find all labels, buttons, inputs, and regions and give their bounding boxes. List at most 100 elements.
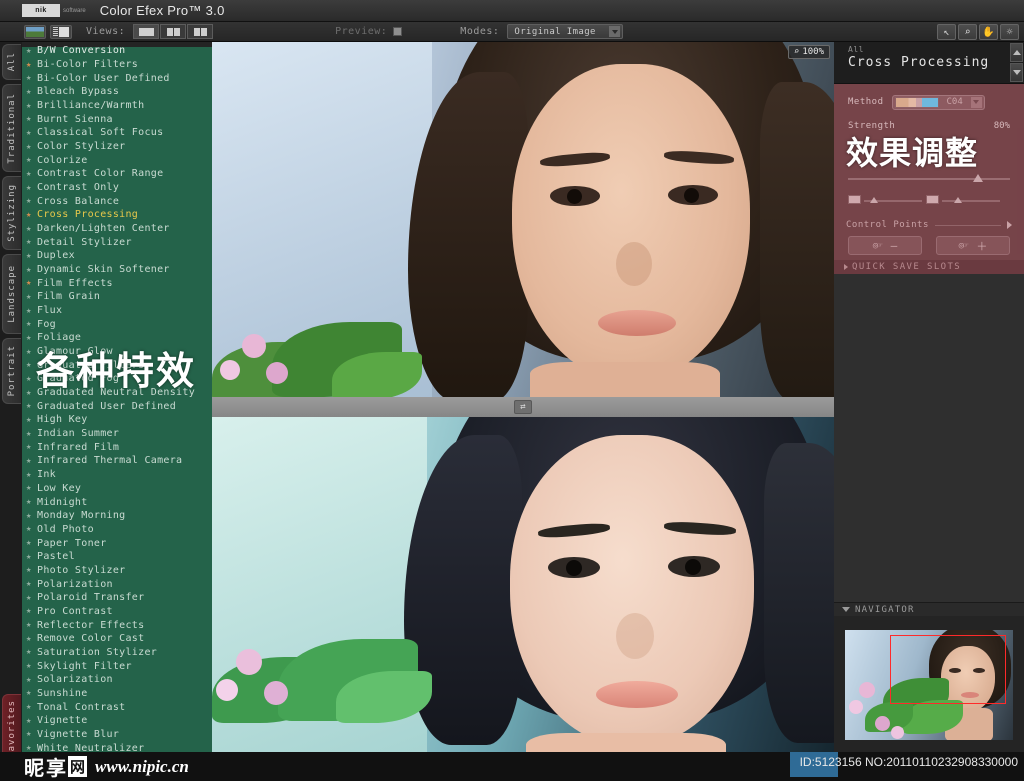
- favorite-star-icon[interactable]: ★: [26, 319, 37, 329]
- zoom-tool-button[interactable]: ⌕: [958, 24, 977, 40]
- favorite-star-icon[interactable]: ★: [26, 155, 37, 165]
- favorite-star-icon[interactable]: ★: [26, 347, 37, 357]
- navigator-thumbnail[interactable]: [845, 630, 1013, 740]
- image-thumbnail-icon[interactable]: [24, 24, 46, 39]
- favorite-star-icon[interactable]: ★: [26, 483, 37, 493]
- category-tab-all[interactable]: All: [2, 44, 21, 80]
- filter-item[interactable]: ★ Infrared Thermal Camera: [22, 454, 212, 468]
- favorite-star-icon[interactable]: ★: [26, 196, 37, 206]
- filter-list[interactable]: ★ B/W Conversion ★ Bi-Color Filters ★ Bi-Colo…: [22, 42, 212, 753]
- filter-item[interactable]: ★ Darken/Lighten Center: [22, 222, 212, 236]
- favorite-star-icon[interactable]: ★: [26, 73, 37, 83]
- filter-item[interactable]: ★ Monday Morning: [22, 509, 212, 523]
- filter-item[interactable]: ★ Polarization: [22, 577, 212, 591]
- filter-item[interactable]: ★ Contrast Color Range: [22, 167, 212, 181]
- pointer-tool-button[interactable]: ↖: [937, 24, 956, 40]
- strength-slider[interactable]: [848, 174, 1010, 184]
- favorite-star-icon[interactable]: ★: [26, 278, 37, 288]
- favorite-star-icon[interactable]: ★: [26, 401, 37, 411]
- filter-item[interactable]: ★ Old Photo: [22, 523, 212, 537]
- favorite-star-icon[interactable]: ★: [26, 101, 37, 111]
- filter-item[interactable]: ★ Color Stylizer: [22, 140, 212, 154]
- scroll-down-icon[interactable]: [1010, 63, 1023, 82]
- filter-item[interactable]: ★ Graduated User Defined: [22, 399, 212, 413]
- filter-item[interactable]: ★ Saturation Stylizer: [22, 646, 212, 660]
- filter-item[interactable]: ★ Bi-Color Filters: [22, 58, 212, 72]
- filter-item[interactable]: ★ Low Key: [22, 482, 212, 496]
- filter-item[interactable]: ★ Colorize: [22, 153, 212, 167]
- filter-item[interactable]: ★ Fog: [22, 317, 212, 331]
- filter-item[interactable]: ★ Bleach Bypass: [22, 85, 212, 99]
- filter-item[interactable]: ★ Ink: [22, 468, 212, 482]
- filter-item[interactable]: ★ Tonal Contrast: [22, 700, 212, 714]
- favorite-star-icon[interactable]: ★: [26, 538, 37, 548]
- filter-item[interactable]: ★ Cross Balance: [22, 194, 212, 208]
- filtered-preview-pane[interactable]: [212, 417, 834, 753]
- favorite-star-icon[interactable]: ★: [26, 729, 37, 739]
- favorite-star-icon[interactable]: ★: [26, 292, 37, 302]
- favorite-star-icon[interactable]: ★: [26, 128, 37, 138]
- favorite-star-icon[interactable]: ★: [26, 388, 37, 398]
- preview-checkbox[interactable]: [393, 27, 403, 36]
- view-split-button[interactable]: [160, 24, 187, 39]
- filter-item[interactable]: ★ Photo Stylizer: [22, 564, 212, 578]
- navigator-viewport-rect[interactable]: [890, 635, 1006, 704]
- favorite-star-icon[interactable]: ★: [26, 224, 37, 234]
- favorite-star-icon[interactable]: ★: [26, 579, 37, 589]
- preview-area[interactable]: ⇄ ⌕ 100%: [212, 42, 834, 753]
- favorite-star-icon[interactable]: ★: [26, 593, 37, 603]
- favorite-star-icon[interactable]: ★: [26, 497, 37, 507]
- method-dropdown[interactable]: C04: [891, 94, 985, 110]
- filter-item[interactable]: ★ Film Grain: [22, 290, 212, 304]
- favorite-star-icon[interactable]: ★: [26, 142, 37, 152]
- favorite-star-icon[interactable]: ★: [26, 333, 37, 343]
- filter-item[interactable]: ★ Vignette Blur: [22, 728, 212, 742]
- navigator-panel[interactable]: [834, 616, 1024, 753]
- favorite-star-icon[interactable]: ★: [26, 620, 37, 630]
- category-tab-landscape[interactable]: Landscape: [2, 254, 21, 334]
- filter-item[interactable]: ★ Indian Summer: [22, 427, 212, 441]
- expand-arrow-icon[interactable]: [1007, 221, 1012, 229]
- filter-item[interactable]: ★ Solarization: [22, 673, 212, 687]
- favorite-star-icon[interactable]: ★: [26, 429, 37, 439]
- category-tab-portrait[interactable]: Portrait: [2, 338, 21, 404]
- favorite-star-icon[interactable]: ★: [26, 374, 37, 384]
- favorite-star-icon[interactable]: ★: [26, 183, 37, 193]
- favorite-star-icon[interactable]: ★: [26, 169, 37, 179]
- filter-item[interactable]: ★ Foliage: [22, 331, 212, 345]
- filter-item[interactable]: ★ B/W Conversion: [22, 44, 212, 58]
- favorite-star-icon[interactable]: ★: [26, 114, 37, 124]
- brightness-tool-button[interactable]: ☼: [1000, 24, 1019, 40]
- filter-item[interactable]: ★ Pro Contrast: [22, 605, 212, 619]
- list-view-icon[interactable]: [50, 24, 72, 39]
- filter-item[interactable]: ★ Reflector Effects: [22, 618, 212, 632]
- filter-item[interactable]: ★ Vignette: [22, 714, 212, 728]
- favorite-star-icon[interactable]: ★: [26, 87, 37, 97]
- scroll-up-icon[interactable]: [1010, 43, 1023, 62]
- favorite-star-icon[interactable]: ★: [26, 565, 37, 575]
- filter-item[interactable]: ★ Detail Stylizer: [22, 235, 212, 249]
- filter-item[interactable]: ★ Burnt Sienna: [22, 112, 212, 126]
- category-tab-stylizing[interactable]: Stylizing: [2, 176, 21, 250]
- filter-item[interactable]: ★ Brilliance/Warmth: [22, 99, 212, 113]
- filter-item[interactable]: ★ Duplex: [22, 249, 212, 263]
- preview-divider[interactable]: ⇄: [212, 397, 834, 417]
- original-preview-pane[interactable]: [212, 42, 834, 397]
- filter-item[interactable]: ★ Graduated Neutral Density: [22, 386, 212, 400]
- favorite-star-icon[interactable]: ★: [26, 647, 37, 657]
- quick-save-slots-header[interactable]: QUICK SAVE SLOTS: [834, 260, 1024, 274]
- navigator-header[interactable]: NAVIGATOR: [834, 602, 1024, 616]
- filter-item[interactable]: ★ Contrast Only: [22, 181, 212, 195]
- favorite-star-icon[interactable]: ★: [26, 442, 37, 452]
- filter-item[interactable]: ★ High Key: [22, 413, 212, 427]
- filter-item[interactable]: ★ Graduated Fog: [22, 372, 212, 386]
- filter-item[interactable]: ★ Pastel: [22, 550, 212, 564]
- filter-item[interactable]: ★ Graduated Filters: [22, 358, 212, 372]
- filter-item[interactable]: ★ Sunshine: [22, 687, 212, 701]
- favorite-star-icon[interactable]: ★: [26, 524, 37, 534]
- favorite-star-icon[interactable]: ★: [26, 470, 37, 480]
- filter-item[interactable]: ★ Bi-Color User Defined: [22, 71, 212, 85]
- favorite-star-icon[interactable]: ★: [26, 456, 37, 466]
- favorite-star-icon[interactable]: ★: [26, 60, 37, 70]
- modes-dropdown[interactable]: Original Image: [507, 24, 624, 39]
